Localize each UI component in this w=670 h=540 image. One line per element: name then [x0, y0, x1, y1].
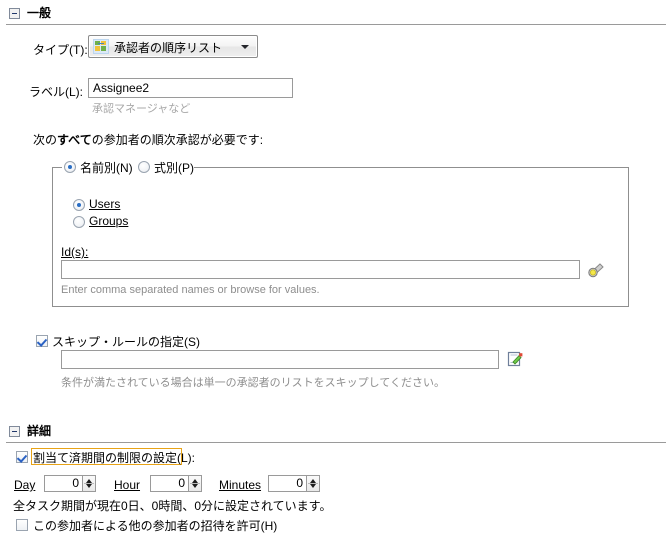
day-spinner-value[interactable]: 0 [44, 475, 83, 492]
label-field-label: ラベル(L): [29, 85, 84, 99]
ids-label: Id(s): [61, 245, 89, 259]
radio-by-expression[interactable] [138, 161, 150, 173]
minutes-spinner-value[interactable]: 0 [268, 475, 307, 492]
radio-by-name-label[interactable]: 名前別(N) [80, 159, 133, 176]
day-spinner-buttons[interactable] [83, 475, 96, 492]
hour-spinner-down-icon[interactable] [192, 484, 198, 488]
radio-groups-label[interactable]: Groups [89, 214, 128, 228]
ids-input[interactable] [61, 260, 580, 279]
section-title-details: 詳細 [27, 424, 52, 438]
hour-spinner-buttons[interactable] [189, 475, 202, 492]
radio-users-label[interactable]: Users [89, 197, 120, 211]
ids-hint: Enter comma separated names or browse fo… [61, 284, 320, 296]
section-divider-details [6, 442, 666, 443]
section-divider-general [6, 24, 666, 25]
radio-groups[interactable] [73, 216, 85, 228]
section-header-details[interactable]: 詳細 [0, 422, 670, 444]
section-header-general[interactable]: 一般 [0, 4, 670, 26]
type-label: タイプ(T): [33, 43, 88, 57]
participants-instruction: 次のすべての参加者の順次承認が必要です: [33, 131, 263, 148]
skip-rule-label[interactable]: スキップ・ルールの指定(S) [52, 333, 200, 350]
skip-rule-hint: 条件が満たされている場合は単一の承認者のリストをスキップしてください。 [61, 377, 446, 389]
participants-prefix: 次の [33, 133, 58, 147]
participants-emphasis: すべて [57, 133, 92, 147]
allow-invite-label[interactable]: この参加者による他の参加者の招待を許可(H) [33, 517, 277, 534]
day-spinner-label: Day [14, 478, 36, 492]
allow-invite-checkbox[interactable] [16, 519, 28, 531]
edit-document-icon[interactable] [507, 351, 524, 371]
minus-box-icon[interactable] [9, 426, 20, 437]
flashlight-browse-icon[interactable] [587, 261, 605, 281]
participants-suffix: の参加者の順次承認が必要です: [91, 133, 264, 147]
radio-by-name[interactable] [64, 161, 76, 173]
skip-rule-checkbox[interactable] [36, 335, 48, 347]
hour-spinner-value[interactable]: 0 [150, 475, 189, 492]
duration-summary-text: 全タスク期間が現在0日、0時間、0分に設定されています。 [13, 499, 332, 513]
minutes-spinner-down-icon[interactable] [310, 484, 316, 488]
minus-box-icon[interactable] [9, 8, 20, 19]
label-hint: 承認マネージャなど [92, 103, 191, 115]
hour-spinner-label: Hour [114, 478, 141, 492]
section-title-general: 一般 [27, 6, 52, 20]
type-combobox[interactable]: 承認者の順序リスト [88, 35, 258, 58]
duration-limit-label[interactable]: 割当て済期間の制限の設定(L): [33, 449, 195, 466]
day-spinner-down-icon[interactable] [86, 484, 92, 488]
approval-settings-form: 一般 タイプ(T): 承認者の順序リスト ラベル(L): Assignee2 承… [0, 0, 670, 540]
type-combobox-value: 承認者の順序リスト [114, 41, 223, 55]
duration-limit-checkbox[interactable] [16, 451, 28, 463]
radio-by-expression-label[interactable]: 式別(P) [154, 159, 194, 176]
chevron-down-icon[interactable] [241, 45, 249, 49]
radio-users[interactable] [73, 199, 85, 211]
ordered-approver-list-icon [93, 39, 109, 54]
skip-rule-input[interactable] [61, 350, 499, 369]
minutes-spinner-label: Minutes [219, 478, 262, 492]
label-input[interactable]: Assignee2 [88, 78, 293, 98]
minutes-spinner-buttons[interactable] [307, 475, 320, 492]
